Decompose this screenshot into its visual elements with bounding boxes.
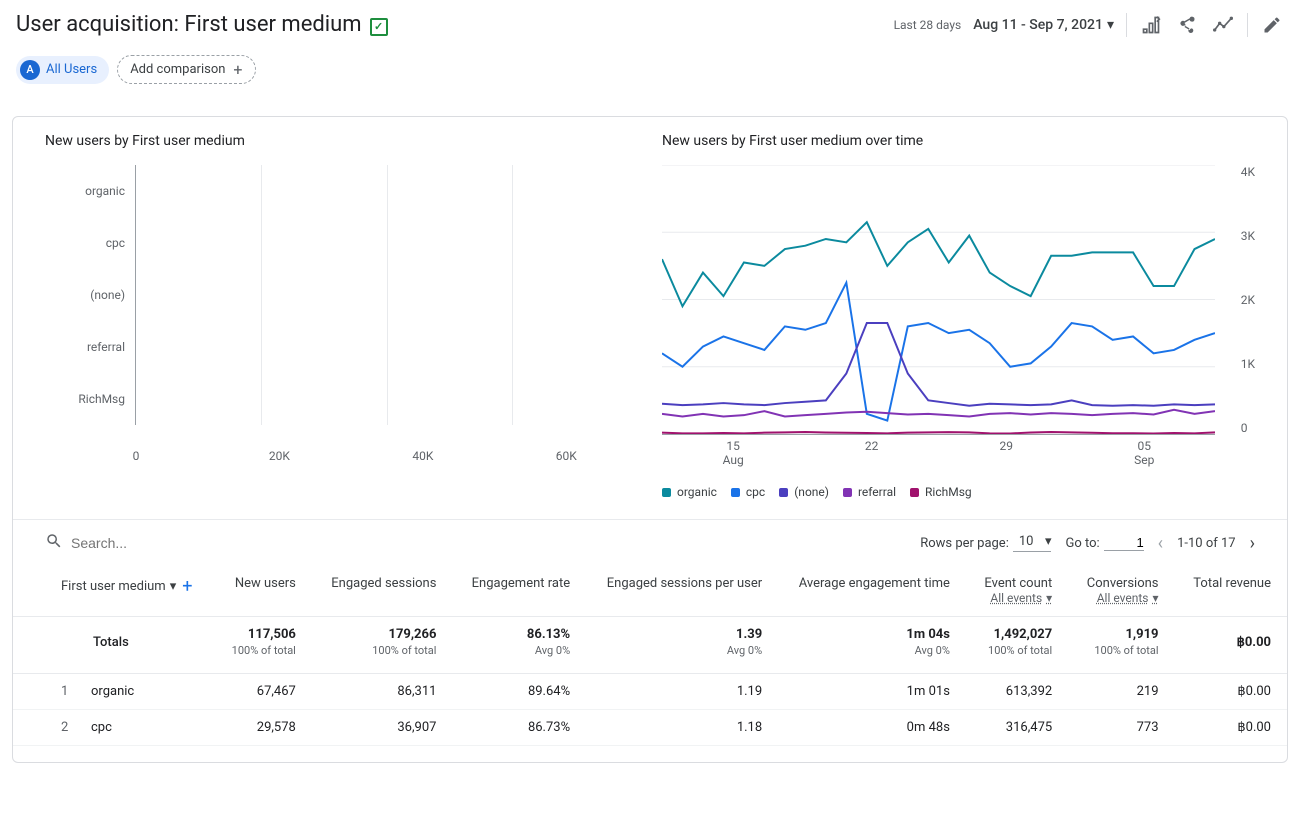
bar-xaxis-tick: 60K <box>556 449 577 463</box>
conversions-filter[interactable]: All events ▾ <box>1097 591 1159 605</box>
title-text: User acquisition: First user medium <box>16 12 362 37</box>
col-engagement-rate[interactable]: Engagement rate <box>452 566 586 617</box>
legend-dot <box>843 488 852 497</box>
segment-label: All Users <box>46 62 97 77</box>
legend-label: referral <box>858 485 896 499</box>
line-yaxis-tick: 1K <box>1241 357 1255 371</box>
divider <box>1126 13 1127 37</box>
row-dimension: cpc <box>91 720 112 735</box>
line-chart-panel: New users by First user medium over time… <box>662 133 1255 499</box>
legend-item[interactable]: RichMsg <box>910 485 972 499</box>
line-yaxis-tick: 4K <box>1241 165 1255 179</box>
col-eng-per-user[interactable]: Engaged sessions per user <box>586 566 778 617</box>
divider <box>1247 13 1248 37</box>
date-period-label: Last 28 days <box>894 18 962 32</box>
search-icon <box>45 532 63 554</box>
bar-chart-panel: New users by First user medium organic cp… <box>45 133 638 499</box>
line-series <box>662 432 1215 433</box>
totals-row: Totals 117,506100% of total 179,266100% … <box>13 617 1287 674</box>
row-dimension: organic <box>91 684 134 699</box>
goto-label: Go to: <box>1065 536 1099 551</box>
legend-dot <box>662 488 671 497</box>
bar-category-label: referral <box>87 340 125 354</box>
dropdown-icon: ▾ <box>170 579 177 594</box>
legend-item[interactable]: (none) <box>779 485 829 499</box>
legend-dot <box>779 488 788 497</box>
line-series <box>662 222 1215 306</box>
goto-input[interactable] <box>1104 535 1144 551</box>
line-yaxis-tick: 0 <box>1241 421 1255 435</box>
bar-chart: organic cpc (none) referral RichMsg 0 20K 40K 6… <box>45 165 638 465</box>
line-xaxis-tick: 29 <box>1000 439 1014 467</box>
table-row[interactable]: 1organic67,46786,31189.64%1.191m 01s613,… <box>13 674 1287 710</box>
rows-per-page-select[interactable]: 10 ▾ <box>1013 534 1052 552</box>
line-series <box>662 283 1215 421</box>
dropdown-icon: ▾ <box>1107 17 1114 33</box>
bar-xaxis-tick: 40K <box>412 449 433 463</box>
prev-page-button[interactable]: ‹ <box>1158 533 1163 554</box>
bar-xaxis-tick: 0 <box>133 449 140 463</box>
data-table: First user medium ▾ + New users Engaged … <box>13 566 1287 746</box>
add-comparison-button[interactable]: Add comparison + <box>117 55 255 84</box>
line-yaxis-tick: 2K <box>1241 293 1255 307</box>
bar-category-label: (none) <box>90 288 125 302</box>
segment-chip[interactable]: A All Users <box>16 56 109 84</box>
share-icon[interactable] <box>1175 13 1199 37</box>
col-new-users[interactable]: New users <box>213 566 312 617</box>
line-series <box>662 410 1215 417</box>
add-dimension-button[interactable]: + <box>182 576 192 597</box>
col-engaged-sessions[interactable]: Engaged sessions <box>312 566 453 617</box>
line-yaxis-tick: 3K <box>1241 229 1255 243</box>
legend-label: organic <box>677 485 717 499</box>
line-chart-title: New users by First user medium over time <box>662 133 1255 149</box>
row-number: 2 <box>61 720 79 735</box>
insights-icon[interactable] <box>1211 13 1235 37</box>
legend-item[interactable]: organic <box>662 485 717 499</box>
bar-category-label: RichMsg <box>78 392 125 406</box>
col-event-count[interactable]: Event count All events ▾ <box>966 566 1068 617</box>
range-label: 1-10 of 17 <box>1177 536 1236 551</box>
col-revenue[interactable]: Total revenue <box>1175 566 1287 617</box>
legend-label: cpc <box>746 485 765 499</box>
table-row[interactable]: 2cpc29,57836,90786.73%1.180m 48s316,4757… <box>13 710 1287 746</box>
bar-xaxis-tick: 20K <box>269 449 290 463</box>
legend-item[interactable]: referral <box>843 485 896 499</box>
legend-dot <box>910 488 919 497</box>
plus-icon: + <box>233 60 242 79</box>
bar-category-label: cpc <box>106 236 125 250</box>
bar-chart-title: New users by First user medium <box>45 133 638 149</box>
legend-label: (none) <box>794 485 829 499</box>
line-chart: 4K 3K 2K 1K 0 <box>662 165 1255 435</box>
line-xaxis-tick: 22 <box>865 439 879 467</box>
col-avg-time[interactable]: Average engagement time <box>778 566 966 617</box>
col-conversions[interactable]: Conversions All events ▾ <box>1068 566 1174 617</box>
legend-item[interactable]: cpc <box>731 485 765 499</box>
dimension-picker[interactable]: First user medium ▾ <box>61 579 176 594</box>
legend-dot <box>731 488 740 497</box>
dropdown-icon: ▾ <box>1045 534 1052 549</box>
bar-category-label: organic <box>85 184 125 198</box>
edit-icon[interactable] <box>1260 13 1284 37</box>
line-xaxis-tick: 15Aug <box>723 439 744 467</box>
line-series <box>662 323 1215 406</box>
next-page-button[interactable]: › <box>1250 533 1255 554</box>
event-count-filter[interactable]: All events ▾ <box>990 591 1052 605</box>
search-input[interactable] <box>71 535 271 551</box>
line-xaxis-tick: 05Sep <box>1134 439 1154 467</box>
check-icon: ✓ <box>370 18 388 36</box>
segment-badge: A <box>20 60 40 80</box>
rows-per-page-label: Rows per page: <box>920 536 1009 551</box>
legend-label: RichMsg <box>925 485 972 499</box>
date-range-picker[interactable]: Aug 11 - Sep 7, 2021 ▾ <box>973 17 1114 33</box>
row-number: 1 <box>61 684 79 699</box>
page-title: User acquisition: First user medium ✓ <box>16 12 388 37</box>
customize-report-icon[interactable] <box>1139 13 1163 37</box>
